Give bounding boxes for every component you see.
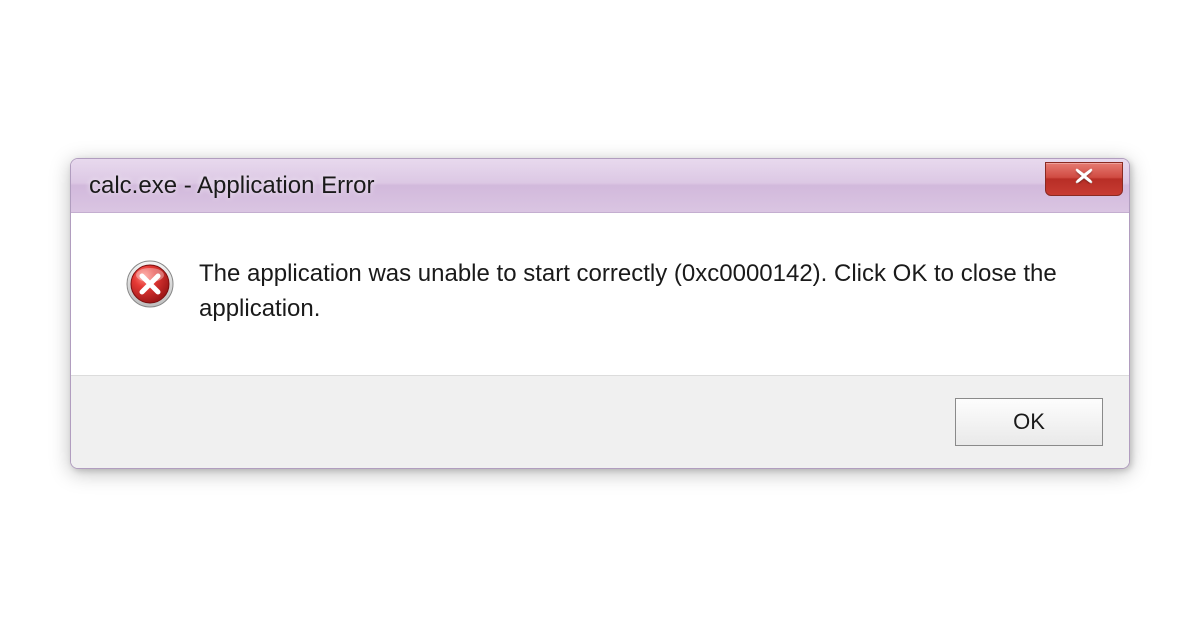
close-button[interactable] [1045, 162, 1123, 196]
titlebar[interactable]: calc.exe - Application Error [71, 159, 1129, 213]
button-bar: OK [71, 375, 1129, 468]
dialog-content: The application was unable to start corr… [71, 213, 1129, 375]
error-message: The application was unable to start corr… [199, 257, 1059, 327]
ok-button[interactable]: OK [955, 398, 1103, 446]
error-dialog: calc.exe - Application Error [70, 158, 1130, 469]
close-icon [1073, 168, 1095, 189]
error-icon [125, 259, 175, 309]
window-title: calc.exe - Application Error [89, 172, 374, 200]
